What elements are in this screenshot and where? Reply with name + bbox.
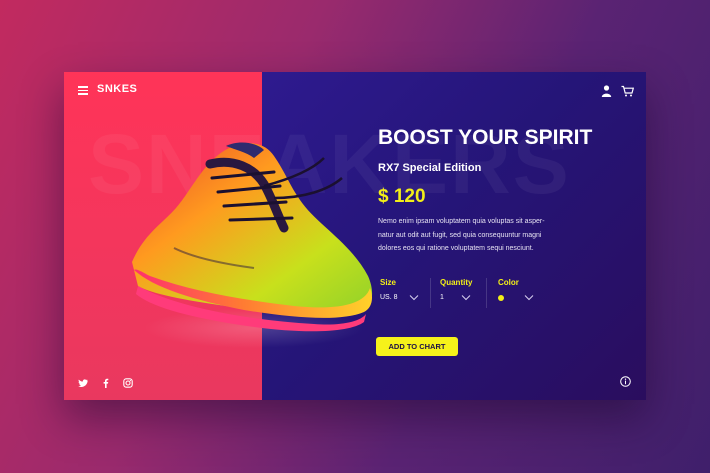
add-to-cart-button[interactable]: ADD TO CHART	[376, 337, 458, 356]
option-divider	[430, 278, 431, 308]
facebook-icon[interactable]	[101, 378, 111, 388]
size-value[interactable]: US. 8	[380, 294, 398, 301]
sneaker-image	[132, 142, 373, 348]
size-label: Size	[380, 278, 397, 287]
quantity-label: Quantity	[440, 278, 473, 287]
product-headline: BOOST YOUR SPIRIT	[378, 126, 593, 149]
cart-icon[interactable]	[621, 85, 634, 97]
color-chevron-down-icon[interactable]	[524, 294, 534, 301]
color-swatch[interactable]	[498, 295, 504, 301]
product-price: $ 120	[378, 186, 426, 207]
quantity-value[interactable]: 1	[440, 294, 444, 301]
product-edition: RX7 Special Edition	[378, 162, 482, 174]
product-description: Nemo enim ipsam voluptatem quia voluptas…	[378, 218, 545, 252]
twitter-icon[interactable]	[78, 378, 88, 388]
size-chevron-down-icon[interactable]	[409, 294, 419, 301]
product-card: SNEAKERS SNKES	[64, 72, 646, 400]
menu-icon[interactable]	[78, 86, 88, 95]
color-label: Color	[498, 278, 519, 287]
info-icon[interactable]	[620, 376, 631, 387]
instagram-icon[interactable]	[123, 378, 133, 388]
logo[interactable]: SNKES	[97, 83, 137, 95]
quantity-chevron-down-icon[interactable]	[461, 294, 471, 301]
option-divider	[486, 278, 487, 308]
user-icon[interactable]	[601, 85, 612, 97]
